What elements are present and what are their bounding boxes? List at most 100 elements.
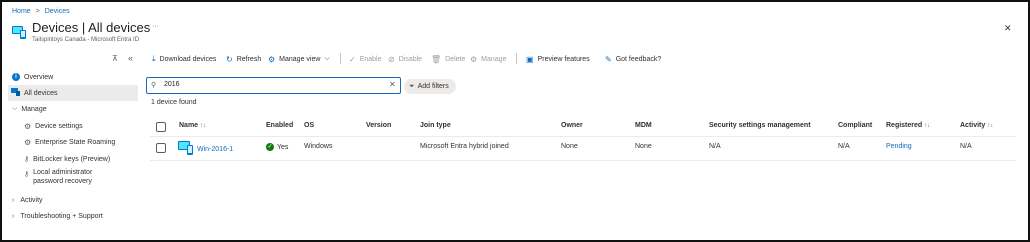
header-divider (150, 136, 1016, 137)
breadcrumb: Home > Devices (12, 8, 70, 15)
select-all-checkbox[interactable] (156, 122, 166, 132)
sidebar-item-bitlocker-keys[interactable]: ⚷ BitLocker keys (Preview) (8, 151, 138, 167)
window-frame (0, 0, 1030, 242)
add-filters-button[interactable]: ⏷ Add filters (404, 79, 456, 94)
sidebar-item-label: Activity (20, 196, 43, 204)
key-icon: ⚷ (24, 156, 30, 163)
column-header-join-type: Join type (420, 122, 451, 129)
sidebar-item-local-admin-password[interactable]: ⚷ Local administrator password recovery (8, 168, 138, 190)
sidebar-item-device-settings[interactable]: ⚙ Device settings (8, 118, 138, 134)
gear-icon: ⚙ (268, 54, 276, 64)
block-icon: ⊘ (388, 54, 395, 64)
enabled-cell: ✓ Yes (266, 143, 288, 151)
gear-icon: ⚙ (470, 54, 478, 64)
pin-icon[interactable]: ⊼ (112, 54, 118, 63)
column-header-security-settings: Security settings management (709, 122, 811, 129)
disable-button[interactable]: ⊘ Disable (388, 53, 422, 65)
devices-icon (11, 24, 27, 42)
sidebar-item-label: Enterprise State Roaming (35, 138, 116, 146)
refresh-icon: ↻ (226, 54, 233, 64)
disable-label: Disable (398, 55, 423, 63)
owner-cell: None (561, 143, 578, 150)
download-devices-button[interactable]: ⤓ Download devices (152, 53, 216, 65)
key-icon: ⚷ (24, 171, 30, 178)
info-icon: i (12, 73, 20, 81)
registered-pending-link[interactable]: Pending (886, 143, 912, 150)
column-header-registered[interactable]: Registered ↑↓ (886, 122, 930, 129)
sidebar-item-manage[interactable]: ⌵ Manage (8, 101, 138, 117)
add-filters-label: Add filters (417, 83, 449, 90)
search-icon: ⚲ (151, 82, 157, 89)
breadcrumb-home[interactable]: Home (12, 8, 31, 15)
breadcrumb-devices[interactable]: Devices (45, 8, 70, 15)
sort-icon: ↑↓ (200, 123, 207, 129)
sidebar-item-label-line2: password recovery (33, 178, 92, 185)
feedback-button[interactable]: ✎ Got feedback? (605, 53, 661, 65)
column-header-mdm: MDM (635, 122, 652, 129)
close-button[interactable]: ✕ (1004, 23, 1012, 34)
delete-button[interactable]: 🗑 Delete (431, 53, 465, 65)
mdm-cell: None (635, 143, 652, 150)
sidebar-item-label-line1: Local administrator (33, 169, 93, 176)
breadcrumb-separator: > (35, 8, 40, 15)
delete-label: Delete (445, 55, 466, 63)
chevron-right-icon: › (12, 212, 15, 220)
column-header-enabled: Enabled (266, 122, 294, 129)
search-box[interactable]: ⚲ 2016 ✕ (146, 77, 401, 94)
sidebar-item-label: All devices (24, 89, 58, 97)
sidebar-item-label: Troubleshooting + Support (20, 212, 103, 220)
preview-features-label: Preview features (537, 55, 590, 63)
manage-label: Manage (481, 55, 507, 63)
column-header-version: Version (366, 122, 392, 129)
sidebar-item-label: Device settings (35, 122, 83, 130)
feedback-label: Got feedback? (615, 55, 662, 63)
security-settings-cell: N/A (709, 143, 721, 150)
page-title: Devices | All devices (32, 20, 151, 35)
filter-icon: ⏷ (409, 82, 415, 90)
column-header-owner: Owner (561, 122, 583, 129)
activity-cell: N/A (960, 143, 972, 150)
sidebar-item-activity[interactable]: › Activity (8, 192, 138, 208)
refresh-button[interactable]: ↻ Refresh (226, 53, 261, 65)
manage-button[interactable]: ⚙ Manage (470, 53, 506, 65)
chevron-right-icon: › (12, 196, 15, 204)
join-type-cell: Microsoft Entra hybrid joined (420, 143, 509, 150)
clear-search-icon[interactable]: ✕ (389, 80, 396, 89)
search-input[interactable]: 2016 (164, 81, 180, 88)
trash-icon: 🗑 (431, 54, 442, 64)
sidebar-item-all-devices[interactable]: All devices (8, 85, 138, 101)
sidebar-item-label: Manage (21, 105, 47, 113)
sort-icon: ↑↓ (924, 123, 931, 129)
column-header-activity[interactable]: Activity ↑↓ (960, 122, 993, 129)
result-count: 1 device found (151, 99, 197, 106)
chevron-down-icon: ⌵ (324, 55, 330, 62)
device-name-link[interactable]: Win-2016-1 (197, 146, 233, 153)
sort-icon: ↑↓ (987, 123, 994, 129)
enable-button[interactable]: ✓ Enable (349, 53, 382, 65)
devices-small-icon (11, 88, 20, 98)
manage-view-button[interactable]: ⚙ Manage view ⌵ (268, 53, 330, 65)
column-header-label: Activity (960, 122, 986, 129)
column-header-compliant: Compliant (838, 122, 873, 129)
preview-features-button[interactable]: ▣ Preview features (526, 53, 590, 65)
row-checkbox[interactable] (156, 143, 166, 153)
column-header-name[interactable]: Name ↑↓ (179, 122, 206, 129)
refresh-label: Refresh (236, 55, 262, 63)
check-icon: ✓ (349, 54, 356, 64)
gear-icon: ⚙ (24, 121, 32, 131)
os-cell: Windows (304, 143, 333, 150)
sidebar-item-overview[interactable]: i Overview (8, 69, 138, 85)
row-divider (150, 160, 1016, 161)
success-check-icon: ✓ (266, 143, 274, 151)
collapse-sidebar-icon[interactable]: « (128, 53, 133, 63)
chevron-down-icon: ⌵ (12, 105, 18, 112)
sidebar-item-label-multiline: Local administrator password recovery (33, 168, 92, 186)
more-options-button[interactable]: ··· (152, 23, 159, 30)
feedback-icon: ✎ (605, 54, 612, 64)
toolbar-divider (516, 53, 517, 64)
sidebar-item-enterprise-state-roaming[interactable]: ⚙ Enterprise State Roaming (8, 134, 138, 150)
column-header-label: Name (179, 122, 199, 129)
column-header-os: OS (304, 122, 315, 129)
sidebar-item-troubleshooting[interactable]: › Troubleshooting + Support (8, 208, 138, 224)
manage-view-label: Manage view (279, 55, 321, 63)
